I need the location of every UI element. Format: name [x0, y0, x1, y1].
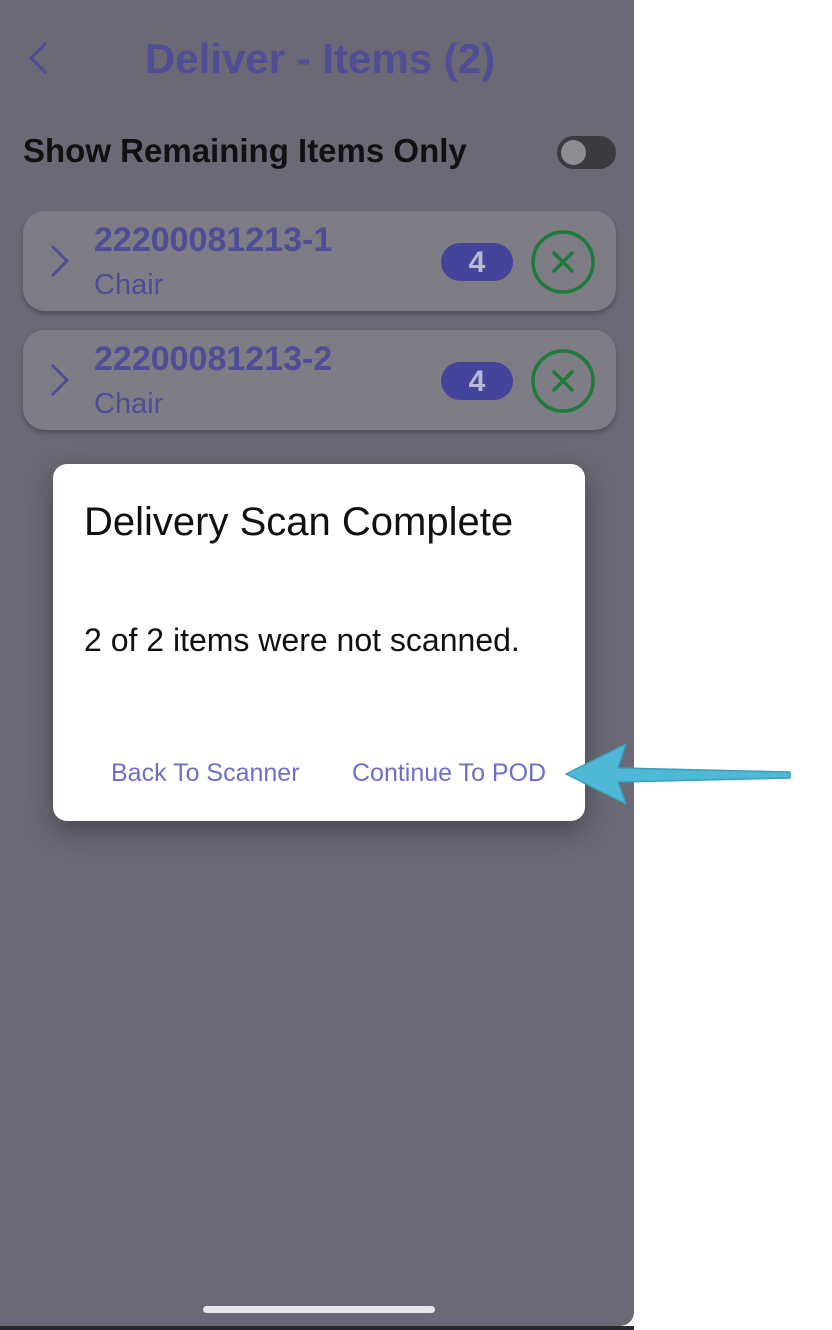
toggle-knob: [561, 140, 586, 165]
dialog-title: Delivery Scan Complete: [84, 500, 514, 544]
quantity-badge: 4: [441, 362, 513, 400]
page: Deliver - Items (2) Show Remaining Items…: [0, 0, 832, 1330]
remaining-items-label: Show Remaining Items Only: [23, 132, 467, 169]
list-item[interactable]: 22200081213-1 Chair 4: [23, 211, 616, 311]
list-item[interactable]: 22200081213-2 Chair 4: [23, 330, 616, 430]
chevron-right-icon[interactable]: [47, 243, 73, 279]
item-name: Chair: [94, 269, 164, 301]
close-circle-icon[interactable]: [531, 230, 595, 294]
quantity-badge: 4: [441, 243, 513, 281]
dialog-message: 2 of 2 items were not scanned.: [84, 622, 520, 658]
item-id: 22200081213-1: [94, 221, 333, 259]
arrow-left-icon: [565, 743, 791, 805]
close-circle-icon[interactable]: [531, 349, 595, 413]
item-name: Chair: [94, 388, 164, 420]
continue-to-pod-button[interactable]: Continue To POD: [352, 756, 546, 790]
chevron-right-icon[interactable]: [47, 362, 73, 398]
delivery-scan-dialog: Delivery Scan Complete 2 of 2 items were…: [53, 464, 585, 821]
page-title: Deliver - Items (2): [144, 35, 496, 82]
home-indicator: [203, 1306, 435, 1313]
remaining-items-toggle[interactable]: [557, 136, 616, 169]
device-bottom-edge: [0, 1326, 634, 1330]
back-to-scanner-button[interactable]: Back To Scanner: [111, 756, 300, 790]
item-id: 22200081213-2: [94, 340, 333, 378]
